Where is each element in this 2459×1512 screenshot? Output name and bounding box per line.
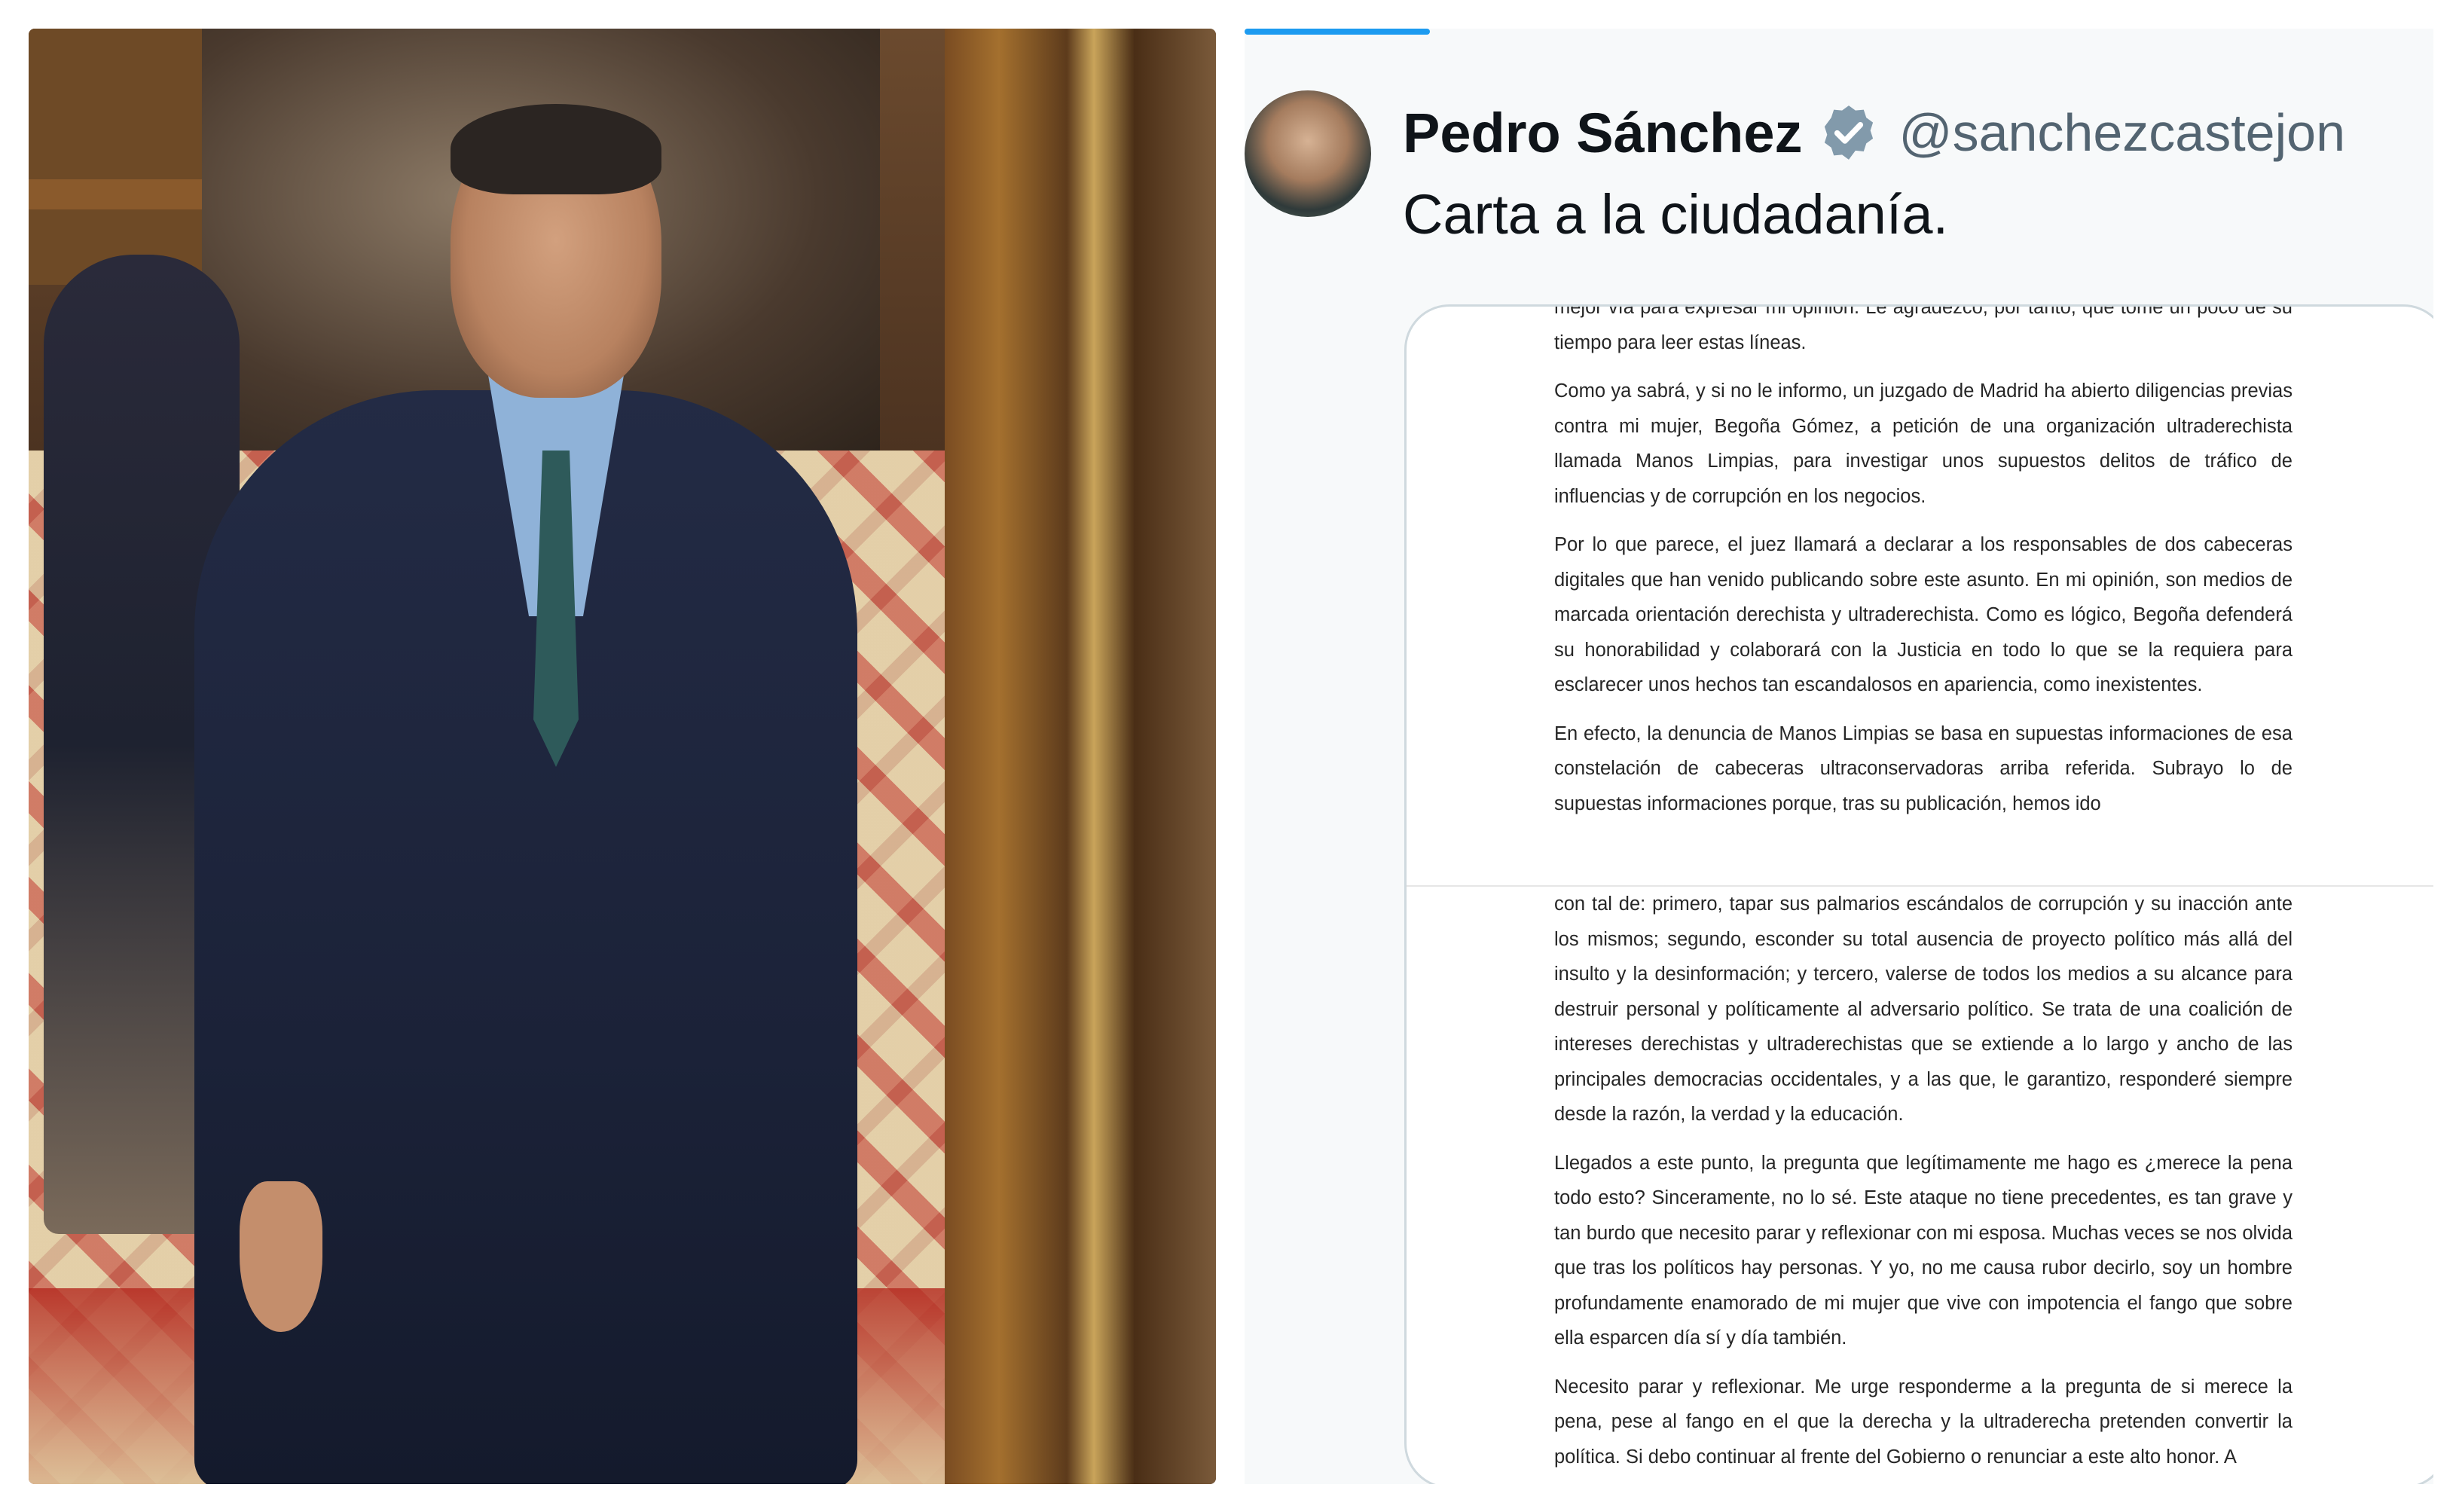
author-handle[interactable]: @sanchezcastejon (1899, 102, 2346, 163)
letter-upper-page: mejor vía para expresar mi opinión. Le a… (1554, 307, 2293, 835)
letter-paragraph: Como ya sabrá, y si no le informo, un ju… (1554, 380, 2293, 507)
tweet-panel: Pedro Sánchez @sanchezcastejon Carta a l… (1245, 29, 2433, 1484)
verified-badge-icon (1818, 102, 1880, 163)
man-hand (240, 1181, 322, 1332)
letter-paragraph: Por lo que parece, el juez llamará a dec… (1554, 534, 2293, 695)
letter-paragraph: con tal de: primero, tapar sus palmarios… (1554, 893, 2293, 1125)
tweet-author-row: Pedro Sánchez @sanchezcastejon (1403, 95, 2345, 170)
letter-paragraph: Necesito parar y reflexionar. Me urge re… (1554, 1376, 2293, 1468)
letter-lower-page: con tal de: primero, tapar sus palmarios… (1554, 887, 2293, 1484)
tab-indicator (1245, 29, 1430, 35)
bench-rail (29, 179, 202, 209)
letter-image-card[interactable]: mejor vía para expresar mi opinión. Le a… (1404, 304, 2433, 1484)
gilded-wooden-railing (945, 29, 1216, 1484)
author-name[interactable]: Pedro Sánchez (1403, 101, 1803, 165)
wooden-bench (29, 29, 202, 285)
letter-paragraph: Llegados a este punto, la pregunta que l… (1554, 1152, 2293, 1349)
letter-paragraph: En efecto, la denuncia de Manos Limpias … (1554, 722, 2293, 814)
man-hair (451, 104, 661, 194)
photo-pedro-sanchez-congress (29, 29, 1216, 1484)
avatar[interactable] (1245, 90, 1371, 217)
page-fold (1407, 864, 2433, 887)
tweet-text: Carta a la ciudadanía. (1403, 183, 1949, 246)
letter-paragraph: mejor vía para expresar mi opinión. Le a… (1554, 304, 2293, 353)
